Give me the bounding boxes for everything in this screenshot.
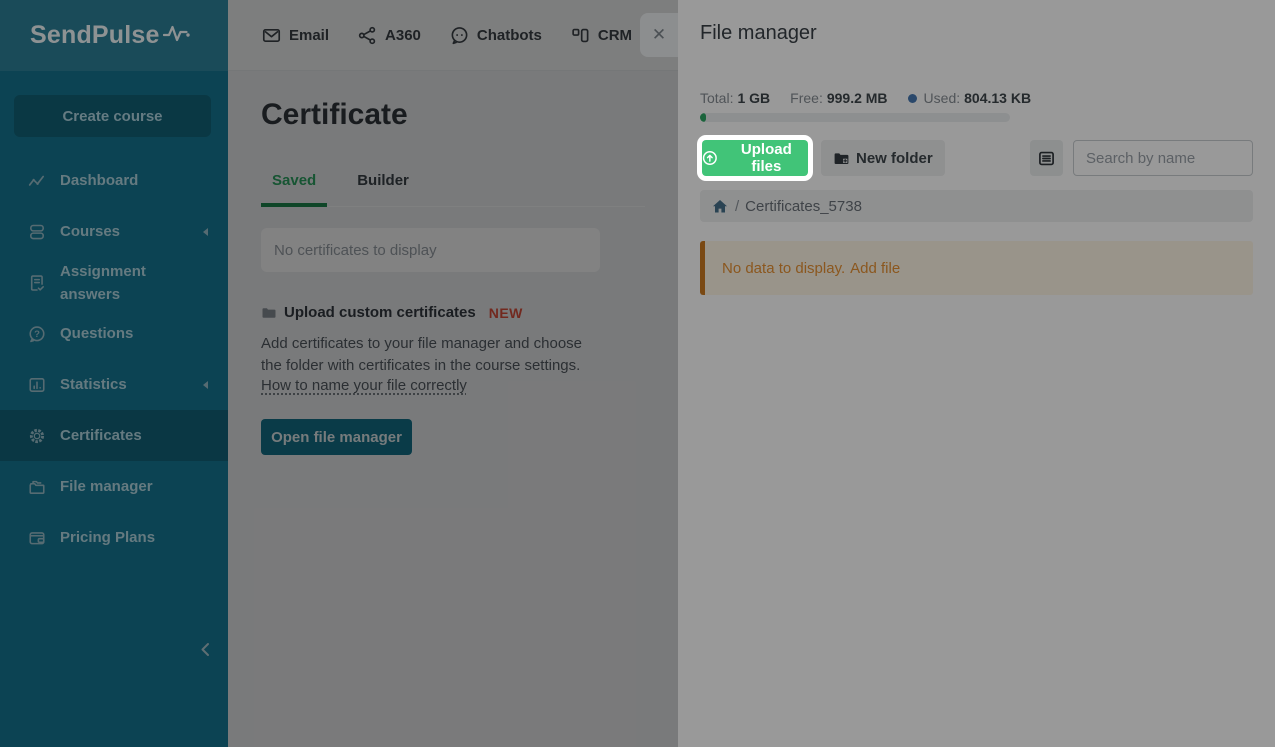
file-toolbar: Upload files New folder bbox=[700, 135, 1253, 181]
alert-message: No data to display. bbox=[722, 260, 845, 277]
sidebar-item-dashboard[interactable]: Dashboard bbox=[0, 155, 228, 206]
sidebar-item-certificates[interactable]: Certificates bbox=[0, 410, 228, 461]
pulse-chart-icon bbox=[28, 172, 46, 190]
upload-files-button[interactable]: Upload files bbox=[702, 140, 808, 176]
courses-stack-icon bbox=[28, 223, 46, 241]
upload-circle-arrow-icon bbox=[702, 150, 718, 166]
panel-title: File manager bbox=[700, 22, 1253, 45]
storage-total-label: Total: bbox=[700, 90, 733, 106]
storage-total-value: 1 GB bbox=[737, 90, 770, 106]
svg-text:?: ? bbox=[34, 329, 40, 340]
home-icon[interactable] bbox=[712, 199, 728, 214]
create-course-button[interactable]: Create course bbox=[14, 95, 211, 137]
close-icon[interactable]: ✕ bbox=[640, 13, 678, 57]
breadcrumb: / Certificates_5738 bbox=[700, 190, 1253, 222]
sidebar-item-pricing-plans[interactable]: Pricing Plans bbox=[0, 512, 228, 563]
sendpulse-logo: SendPulse bbox=[30, 21, 160, 50]
statistics-icon bbox=[28, 376, 46, 394]
folder-plus-icon bbox=[833, 150, 850, 167]
search-input[interactable] bbox=[1073, 140, 1253, 176]
breadcrumb-separator: / bbox=[735, 198, 739, 215]
chevron-left-icon bbox=[203, 381, 208, 389]
clipboard-check-icon bbox=[28, 274, 46, 292]
rosette-icon bbox=[28, 427, 46, 445]
wallet-icon bbox=[28, 529, 46, 547]
folders-icon bbox=[28, 478, 46, 496]
sidebar-nav: Dashboard Courses Assignment answers ? Q… bbox=[0, 155, 228, 563]
sidebar-item-file-manager[interactable]: File manager bbox=[0, 461, 228, 512]
list-view-icon bbox=[1038, 150, 1055, 167]
sidebar-item-courses[interactable]: Courses bbox=[0, 206, 228, 257]
storage-used-value: 804.13 KB bbox=[964, 90, 1031, 106]
used-dot-icon bbox=[908, 94, 917, 103]
storage-free-label: Free: bbox=[790, 90, 823, 106]
sidebar-collapse-button[interactable] bbox=[194, 638, 218, 662]
storage-progress-fill bbox=[700, 113, 706, 122]
add-file-link[interactable]: Add file bbox=[850, 260, 900, 277]
panel-backdrop bbox=[228, 0, 678, 747]
breadcrumb-current-folder: Certificates_5738 bbox=[745, 198, 862, 215]
storage-summary: Total: 1 GB Free: 999.2 MB Used: 804.13 … bbox=[700, 90, 1253, 106]
storage-progress-bar bbox=[700, 113, 1010, 122]
file-manager-panel: ✕ File manager Total: 1 GB Free: 999.2 M… bbox=[678, 0, 1275, 747]
new-folder-button[interactable]: New folder bbox=[821, 140, 945, 176]
pulse-logo-icon bbox=[163, 22, 193, 49]
sidebar-item-questions[interactable]: ? Questions bbox=[0, 308, 228, 359]
list-view-toggle-button[interactable] bbox=[1030, 140, 1063, 176]
chevron-left-icon bbox=[203, 228, 208, 236]
storage-used-label: Used: bbox=[924, 90, 961, 106]
sidebar-item-assignment-answers[interactable]: Assignment answers bbox=[0, 257, 228, 308]
logo-block: SendPulse bbox=[0, 0, 228, 71]
tutorial-spotlight-frame: Upload files bbox=[697, 135, 813, 181]
sidebar-item-statistics[interactable]: Statistics bbox=[0, 359, 228, 410]
no-data-alert: No data to display. Add file bbox=[700, 241, 1253, 295]
question-bubble-icon: ? bbox=[28, 325, 46, 343]
sidebar: SendPulse Create course Dashboard Course… bbox=[0, 0, 228, 747]
storage-free-value: 999.2 MB bbox=[827, 90, 888, 106]
